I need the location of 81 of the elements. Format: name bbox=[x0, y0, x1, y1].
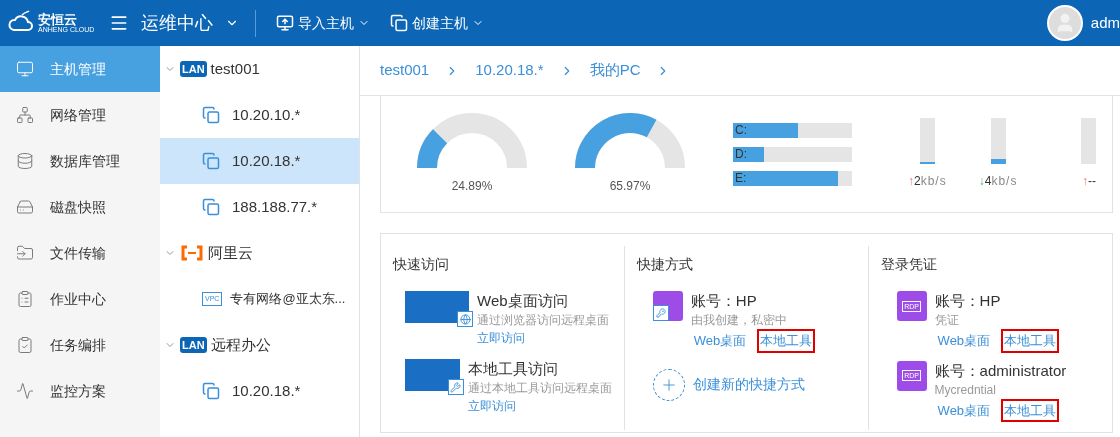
bracket-logo-icon bbox=[180, 245, 204, 261]
traffic-unit: kb/s bbox=[991, 173, 1018, 190]
sidebar-item[interactable]: 数据库管理 bbox=[0, 138, 160, 184]
item-description: 通过本地工具访问远程桌面 bbox=[467, 380, 612, 397]
item-title: 本地工具访问 bbox=[467, 359, 559, 379]
module-dropdown[interactable]: 运维中心 bbox=[141, 9, 256, 37]
link[interactable]: 本地工具 bbox=[757, 329, 816, 353]
traffic-unit: kb/s bbox=[920, 173, 947, 190]
tree-label: 10.20.18.* bbox=[232, 150, 301, 171]
link[interactable]: 立即访问 bbox=[467, 397, 612, 415]
link[interactable]: 本地工具 bbox=[1001, 398, 1060, 422]
tree-label: 专有网络@亚太东... bbox=[230, 290, 346, 309]
traffic-value: -- bbox=[1087, 173, 1096, 190]
item-title: 账号：HP bbox=[934, 291, 1002, 311]
traffic-bar bbox=[1081, 118, 1097, 164]
sidebar-item[interactable]: 任务编排 bbox=[0, 322, 160, 368]
disk-label: E: bbox=[735, 170, 747, 186]
sidebar-item[interactable]: 网络管理 bbox=[0, 92, 160, 138]
link[interactable]: 立即访问 bbox=[477, 329, 609, 347]
tree-label: 10.20.18.* bbox=[232, 380, 301, 401]
traffic-value: 4 bbox=[984, 173, 992, 190]
arrow-icon: ↑ bbox=[908, 172, 914, 190]
item-description: 由我创建，私密中 bbox=[690, 312, 788, 329]
section-title: 快速访问 bbox=[393, 255, 450, 274]
gauge-reading: 24.89% bbox=[451, 178, 493, 195]
tree-label: 远程办公 bbox=[210, 334, 271, 355]
link[interactable]: Web桌面 bbox=[934, 329, 994, 353]
folder-icon bbox=[16, 244, 34, 262]
disk-label: C: bbox=[735, 122, 747, 138]
traffic-value: 2 bbox=[914, 173, 921, 190]
clipboard-icon bbox=[16, 336, 34, 354]
item-title: Web桌面访问 bbox=[477, 291, 569, 311]
tree-item[interactable]: LAN test001 bbox=[160, 46, 359, 92]
avatar[interactable] bbox=[1046, 5, 1083, 41]
item-description: 通过浏览器访问远程桌面 bbox=[477, 312, 609, 329]
link[interactable]: Web桌面 bbox=[690, 329, 750, 353]
clipboard-icon bbox=[16, 290, 34, 308]
disk-label: D: bbox=[735, 146, 747, 162]
breadcrumb-link[interactable]: test001 bbox=[380, 59, 430, 82]
header-action[interactable]: 创建主机 bbox=[390, 12, 484, 34]
wrench-icon bbox=[450, 381, 462, 393]
tree-item[interactable]: 10.20.18.* bbox=[160, 138, 359, 184]
gauge-fill bbox=[417, 129, 448, 169]
arrow-icon: ↓ bbox=[978, 172, 985, 190]
gauge-reading: 65.97% bbox=[609, 178, 651, 195]
create-shortcut-button[interactable]: 创建新的快捷方式 bbox=[652, 368, 805, 401]
tree-item[interactable]: 188.188.77.* bbox=[160, 184, 359, 230]
sidebar-item[interactable]: 磁盘快照 bbox=[0, 184, 160, 230]
menu-icon[interactable] bbox=[109, 13, 129, 33]
lan-badge: LAN bbox=[180, 337, 207, 353]
tree-item[interactable]: 10.20.18.* bbox=[160, 368, 359, 414]
sidebar-item[interactable]: 作业中心 bbox=[0, 276, 160, 322]
link[interactable]: 本地工具 bbox=[1001, 329, 1060, 353]
database-icon bbox=[16, 152, 34, 170]
tree-item[interactable]: 阿里云 bbox=[160, 230, 359, 276]
section-title: 快捷方式 bbox=[636, 255, 694, 274]
item-description: Mycredntial bbox=[934, 381, 997, 399]
tree-label: 10.20.10.* bbox=[232, 104, 301, 125]
breadcrumb-link[interactable]: 10.20.18.* bbox=[475, 59, 544, 82]
breadcrumb-link[interactable]: 我的PC bbox=[589, 59, 641, 82]
sidebar-item[interactable]: 监控方案 bbox=[0, 368, 160, 414]
user-name[interactable]: adm bbox=[1090, 11, 1120, 35]
item-title: 账号：HP bbox=[690, 291, 758, 311]
link[interactable]: Web桌面 bbox=[934, 398, 994, 422]
lan-badge: LAN bbox=[180, 61, 207, 77]
network-icon bbox=[16, 106, 34, 124]
section-title: 登录凭证 bbox=[880, 255, 938, 274]
tree-label: 阿里云 bbox=[208, 242, 253, 263]
globe-icon bbox=[459, 313, 471, 325]
brand-name: 安恒云 bbox=[38, 13, 78, 26]
item-title: 账号：administrator bbox=[934, 360, 1067, 381]
header-action[interactable]: 导入主机 bbox=[276, 12, 370, 34]
tree-label: test001 bbox=[210, 58, 260, 79]
arrow-icon: ↑ bbox=[1081, 172, 1088, 190]
tree-item[interactable]: 10.20.10.* bbox=[160, 92, 359, 138]
item-description: 凭证 bbox=[934, 312, 960, 329]
tree-item[interactable]: LAN 远程办公 bbox=[160, 322, 359, 368]
sidebar-item[interactable]: 文件传输 bbox=[0, 230, 160, 276]
shortcut-icon bbox=[652, 291, 683, 321]
pulse-icon bbox=[16, 382, 34, 400]
tree-label: 188.188.77.* bbox=[232, 196, 318, 217]
